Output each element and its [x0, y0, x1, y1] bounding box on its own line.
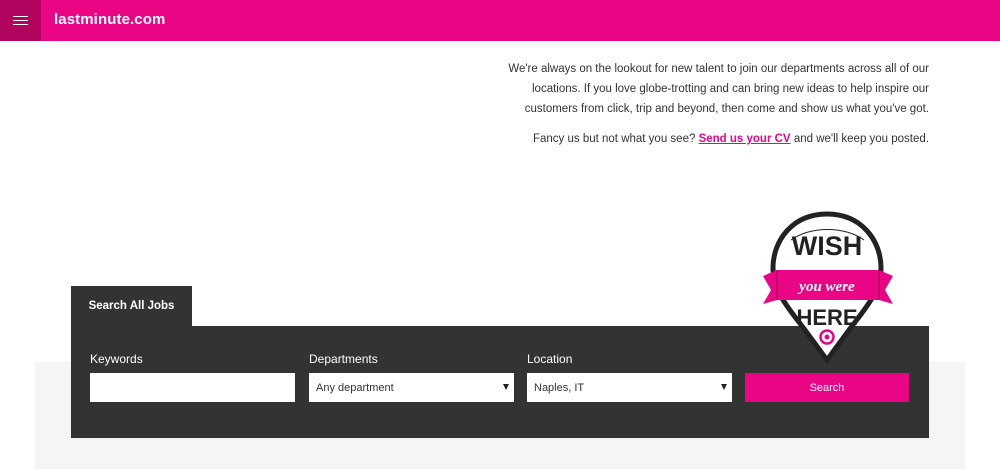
cv-suffix: and we'll keep you posted. — [793, 133, 929, 145]
hamburger-icon — [13, 13, 28, 28]
careers-intro: We're always on the lookout for new tale… — [499, 59, 929, 149]
dropdown-arrow-icon — [503, 384, 509, 390]
cv-prefix: Fancy us but not what you see? — [532, 133, 696, 145]
top-bar: lastminute.com — [0, 0, 1000, 41]
wish-you-were-here-badge: WISH you were HERE — [763, 211, 893, 365]
departments-select[interactable]: Any department — [309, 373, 514, 402]
search-button[interactable]: Search — [745, 373, 909, 402]
location-select[interactable]: Naples, IT — [527, 373, 732, 402]
badge-line3: HERE — [796, 305, 857, 330]
send-cv-link[interactable]: Send us your CV — [699, 133, 791, 145]
badge-line2: you were — [797, 279, 855, 295]
keywords-label: Keywords — [90, 352, 143, 366]
menu-button[interactable] — [0, 0, 41, 41]
location-value: Naples, IT — [534, 381, 585, 394]
departments-label: Departments — [309, 352, 378, 366]
location-label: Location — [527, 352, 573, 366]
departments-value: Any department — [316, 381, 394, 394]
cv-paragraph: Fancy us but not what you see? Send us y… — [499, 129, 929, 149]
keywords-input[interactable] — [90, 373, 295, 402]
badge-line1: WISH — [792, 231, 863, 261]
intro-paragraph: We're always on the lookout for new tale… — [508, 63, 929, 115]
tab-search-all-jobs[interactable]: Search All Jobs — [71, 286, 192, 326]
dropdown-arrow-icon — [721, 384, 727, 390]
brand-logo[interactable]: lastminute.com — [54, 11, 165, 28]
